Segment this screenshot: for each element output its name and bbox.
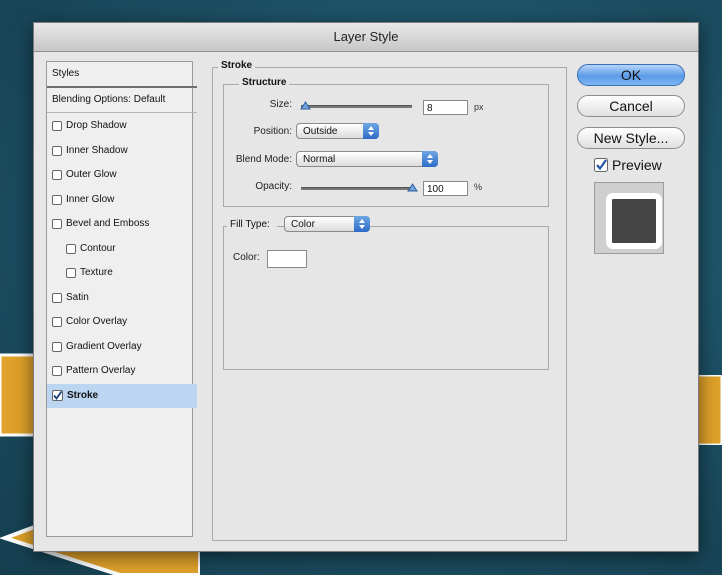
size-slider-track[interactable]	[301, 105, 412, 108]
stroke-group-title: Stroke	[218, 60, 256, 71]
ok-button[interactable]: OK	[577, 64, 685, 86]
style-item-label: Drop Shadow	[66, 120, 127, 131]
style-item-label: Contour	[80, 242, 116, 254]
style-item-label: Satin	[66, 291, 89, 303]
preview-checkbox[interactable]	[594, 158, 608, 172]
fill-type-select[interactable]: Color	[284, 216, 370, 232]
styles-header[interactable]: Styles	[47, 62, 197, 88]
style-item-drop-shadow[interactable]: Drop Shadow	[47, 114, 197, 138]
style-item-satin[interactable]: Satin	[47, 286, 197, 310]
preview-shape	[606, 193, 662, 249]
style-item-label: Color Overlay	[66, 316, 128, 327]
styles-list: Styles Blending Options: Default Drop Sh…	[46, 61, 197, 537]
fill-type-label: Fill Type:	[230, 218, 270, 230]
preview-label: Preview	[612, 157, 662, 173]
style-item-gradient-overlay[interactable]: Gradient Overlay	[47, 335, 197, 359]
layer-style-dialog: Layer Style Styles Blending Options: Def…	[33, 22, 699, 552]
style-item-label: Inner Shadow	[66, 144, 128, 156]
color-swatch[interactable]	[267, 250, 307, 268]
style-checkbox[interactable]	[52, 170, 62, 180]
fill-type-select-value: Color	[291, 219, 315, 230]
style-item-label: Inner Glow	[66, 193, 115, 205]
style-item-inner-shadow[interactable]: Inner Shadow	[47, 139, 197, 163]
size-unit: px	[474, 102, 484, 112]
updown-arrow-icon	[354, 216, 370, 232]
cancel-button[interactable]: Cancel	[577, 95, 685, 117]
style-item-label: Stroke	[67, 389, 99, 401]
dialog-title: Layer Style	[34, 23, 698, 52]
style-item-texture[interactable]: Texture	[47, 261, 211, 285]
color-label: Color:	[233, 252, 260, 263]
style-checkbox[interactable]	[66, 243, 76, 254]
opacity-unit: %	[474, 182, 483, 192]
style-item-label: Bevel and Emboss	[66, 218, 150, 229]
style-item-label: Gradient Overlay	[66, 340, 142, 352]
style-checkbox[interactable]	[52, 219, 62, 229]
style-item-bevel-and-emboss[interactable]: Bevel and Emboss	[47, 212, 197, 236]
style-item-pattern-overlay[interactable]: Pattern Overlay	[47, 359, 197, 383]
size-slider-knob[interactable]	[300, 101, 312, 110]
preview-checkbox-row[interactable]: Preview	[594, 157, 662, 173]
blending-options-item[interactable]: Blending Options: Default	[47, 88, 197, 113]
size-input[interactable]: 8	[423, 100, 468, 115]
updown-arrow-icon	[422, 151, 438, 167]
position-label: Position:	[253, 126, 292, 137]
blend-mode-label: Blend Mode:	[235, 154, 292, 165]
updown-arrow-icon	[363, 123, 379, 139]
style-checkbox[interactable]	[52, 366, 62, 376]
style-item-color-overlay[interactable]: Color Overlay	[47, 310, 197, 334]
style-item-label: Outer Glow	[66, 169, 117, 180]
size-label: Size:	[269, 99, 292, 110]
structure-group-title: Structure	[239, 77, 290, 88]
position-select-value: Outside	[303, 126, 338, 137]
style-checkbox[interactable]	[52, 121, 62, 131]
blend-mode-select-value: Normal	[303, 154, 336, 165]
preview-thumbnail	[594, 182, 664, 254]
style-checkbox[interactable]	[52, 341, 62, 352]
style-checkbox[interactable]	[52, 317, 62, 327]
fill-type-title: Fill Type:	[227, 214, 277, 234]
new-style-button[interactable]: New Style...	[577, 127, 685, 149]
style-item-inner-glow[interactable]: Inner Glow	[47, 188, 197, 212]
blend-mode-select[interactable]: Normal	[296, 151, 438, 167]
style-checkbox[interactable]	[52, 390, 63, 401]
style-item-stroke[interactable]: Stroke	[47, 383, 197, 408]
opacity-slider-knob[interactable]	[407, 183, 418, 192]
style-item-contour[interactable]: Contour	[47, 237, 211, 261]
style-item-outer-glow[interactable]: Outer Glow	[47, 163, 197, 187]
opacity-input[interactable]: 100	[423, 181, 468, 196]
style-item-label: Pattern Overlay	[66, 365, 136, 376]
style-checkbox[interactable]	[52, 145, 62, 156]
fill-type-group	[223, 226, 549, 370]
opacity-label: Opacity:	[255, 181, 292, 192]
style-checkbox[interactable]	[52, 194, 62, 205]
opacity-slider-track[interactable]	[301, 187, 412, 190]
style-item-label: Texture	[80, 267, 113, 278]
style-checkbox[interactable]	[66, 268, 76, 278]
style-checkbox[interactable]	[52, 292, 62, 303]
position-select[interactable]: Outside	[296, 123, 379, 139]
